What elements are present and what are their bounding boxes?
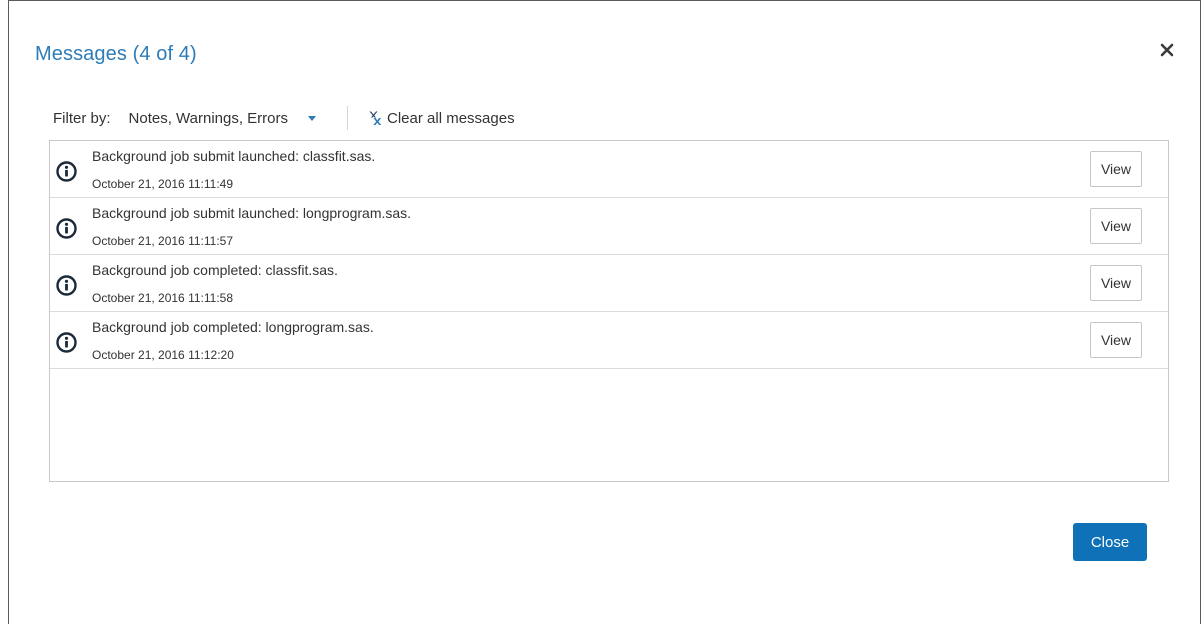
message-row: Background job submit launched: classfit… <box>50 141 1168 198</box>
message-row: Background job completed: classfit.sas. … <box>50 255 1168 312</box>
message-row: Background job completed: longprogram.sa… <box>50 312 1168 369</box>
message-timestamp: October 21, 2016 11:11:58 <box>92 291 233 305</box>
message-text: Background job submit launched: classfit… <box>92 148 376 164</box>
caret-down-icon <box>308 115 317 121</box>
info-icon <box>56 161 77 182</box>
message-timestamp: October 21, 2016 11:11:57 <box>92 234 233 248</box>
filter-dropdown[interactable]: Notes, Warnings, Errors <box>129 110 317 127</box>
dialog-title: Messages (4 of 4) <box>35 43 197 65</box>
messages-list: Background job submit launched: classfit… <box>49 140 1169 482</box>
info-icon <box>56 275 77 296</box>
clear-all-messages-button[interactable]: Clear all messages <box>367 110 515 127</box>
message-text: Background job submit launched: longprog… <box>92 205 412 221</box>
filter-label: Filter by: <box>53 109 111 127</box>
view-button[interactable]: View <box>1090 322 1142 358</box>
clear-messages-icon <box>369 111 382 125</box>
message-row: Background job submit launched: longprog… <box>50 198 1168 255</box>
message-text: Background job completed: classfit.sas. <box>92 262 338 278</box>
clear-all-messages-label: Clear all messages <box>387 109 515 127</box>
view-button[interactable]: View <box>1090 265 1142 301</box>
close-button[interactable]: Close <box>1073 523 1147 561</box>
message-text: Background job completed: longprogram.sa… <box>92 319 374 335</box>
view-button[interactable]: View <box>1090 151 1142 187</box>
info-icon <box>56 218 77 239</box>
view-button[interactable]: View <box>1090 208 1142 244</box>
filter-selected-value: Notes, Warnings, Errors <box>128 109 289 127</box>
messages-dialog: Messages (4 of 4) Filter by: Notes, Warn… <box>8 0 1201 624</box>
message-timestamp: October 21, 2016 11:11:49 <box>92 177 233 191</box>
message-timestamp: October 21, 2016 11:12:20 <box>92 348 234 362</box>
info-icon <box>56 332 77 353</box>
toolbar-divider <box>347 106 349 130</box>
filter-bar: Filter by: Notes, Warnings, Errors Clear… <box>53 105 515 131</box>
close-icon[interactable] <box>1156 39 1178 61</box>
